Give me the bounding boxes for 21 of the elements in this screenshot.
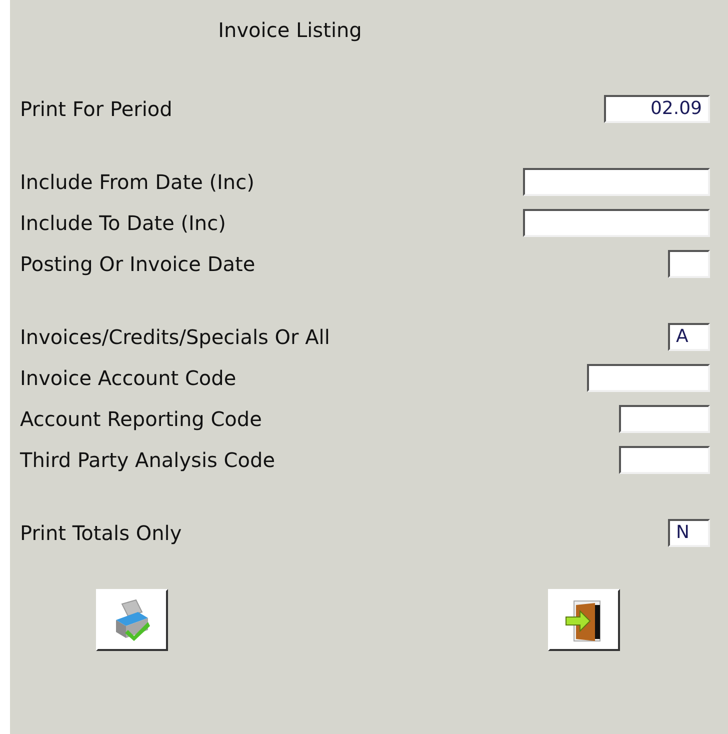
field-label: Include To Date (Inc) bbox=[20, 210, 226, 234]
input-field[interactable] bbox=[619, 404, 710, 432]
field-label: Invoices/Credits/Specials Or All bbox=[20, 324, 330, 348]
input-field[interactable]: N bbox=[668, 518, 710, 546]
input-field[interactable]: A bbox=[668, 322, 710, 350]
input-field[interactable] bbox=[668, 250, 710, 278]
exit-button[interactable] bbox=[548, 589, 620, 651]
field-label: Account Reporting Code bbox=[20, 406, 262, 430]
input-field[interactable] bbox=[619, 446, 710, 474]
field-label: Print Totals Only bbox=[20, 520, 182, 544]
input-field[interactable] bbox=[587, 364, 710, 392]
form-title: Invoice Listing bbox=[217, 18, 363, 42]
field-label: Include From Date (Inc) bbox=[20, 170, 254, 194]
input-field[interactable] bbox=[523, 168, 710, 196]
input-field[interactable]: 02.09 bbox=[604, 94, 710, 122]
input-field[interactable] bbox=[523, 208, 710, 236]
field-label: Posting Or Invoice Date bbox=[20, 252, 256, 276]
field-label: Invoice Account Code bbox=[20, 366, 236, 390]
field-label: Third Party Analysis Code bbox=[20, 448, 276, 472]
print-button[interactable] bbox=[96, 589, 168, 651]
field-label: Print For Period bbox=[20, 96, 172, 120]
